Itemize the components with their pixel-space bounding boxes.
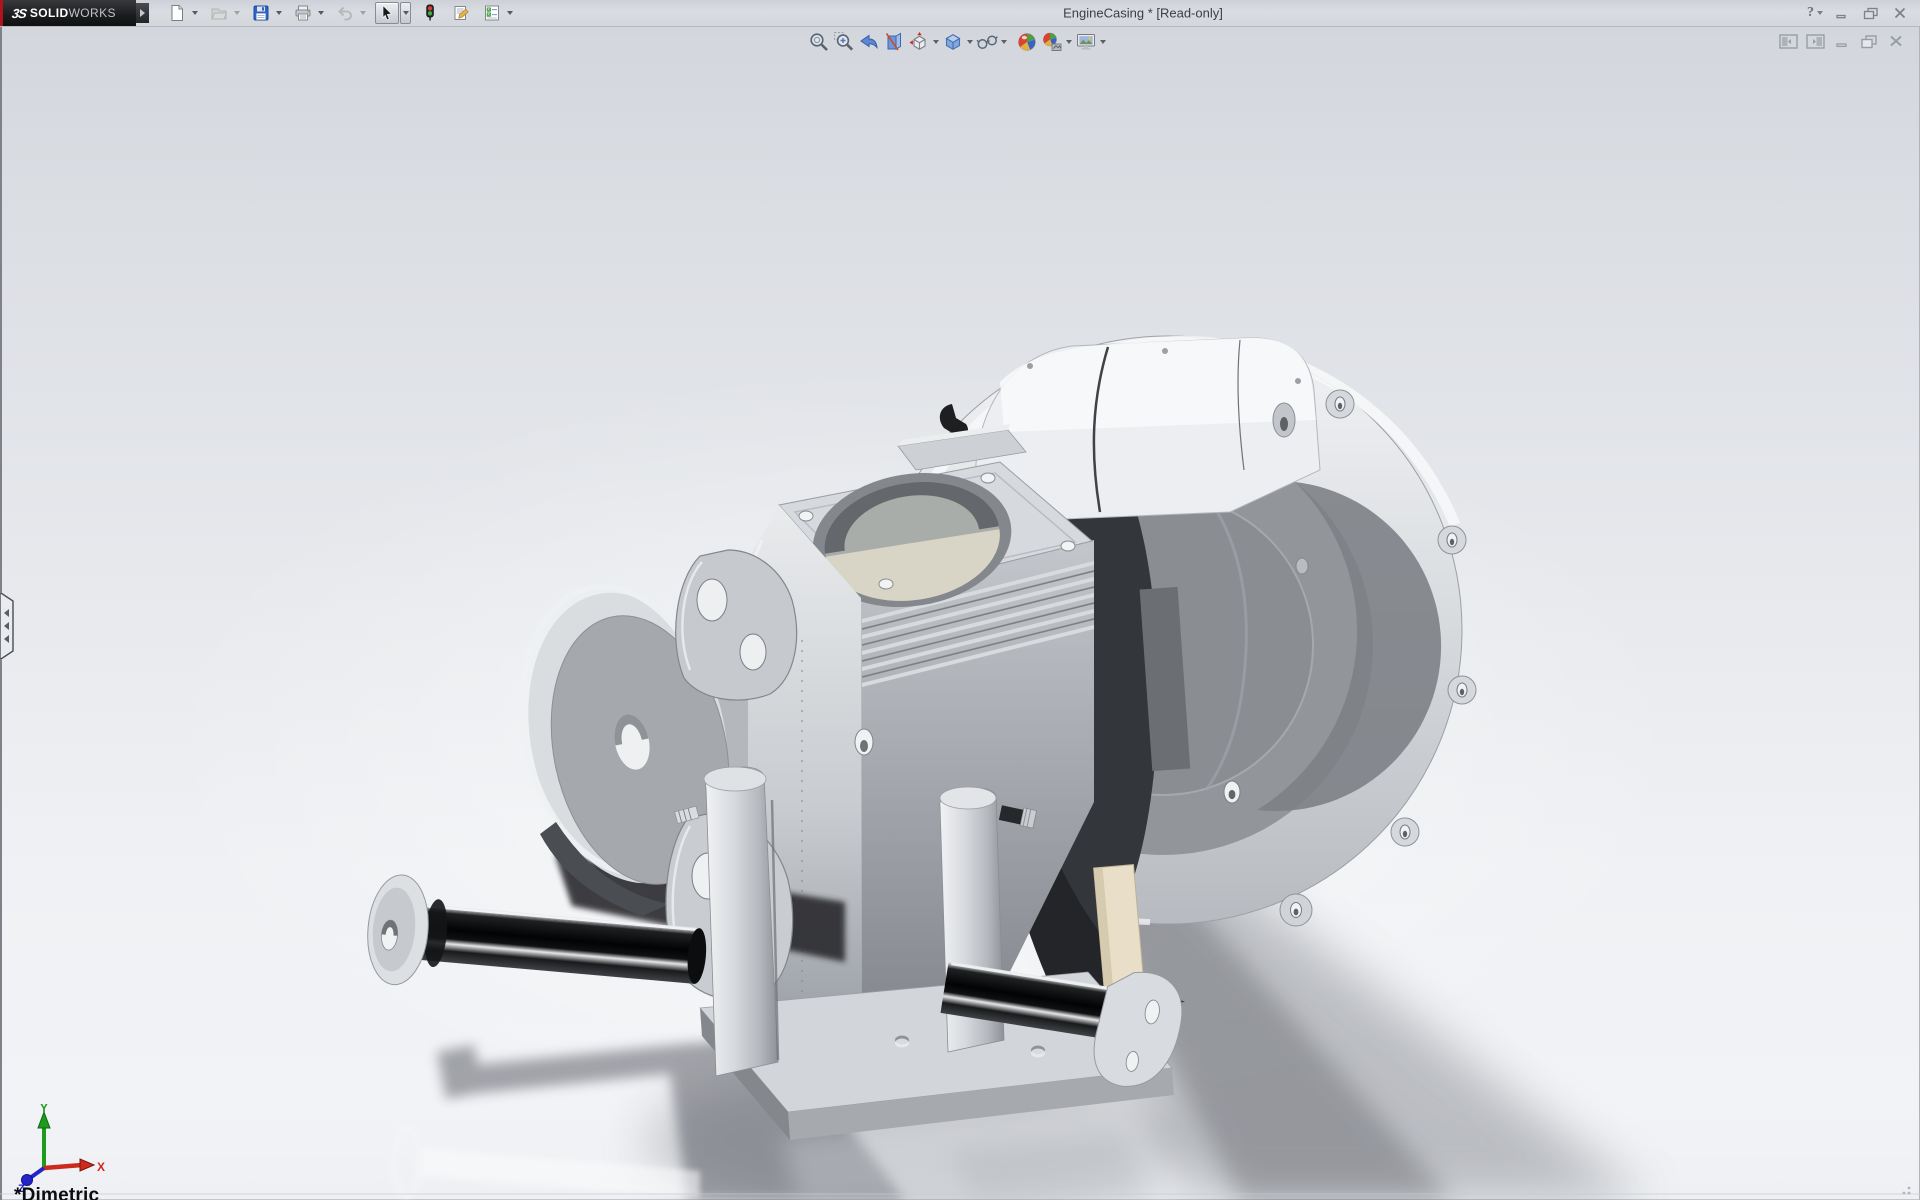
traffic-light-rebuild-icon [426,4,434,21]
brand-name-light: WORKS [68,6,116,20]
options-checklist-icon [485,5,499,21]
x-axis-label: X [97,1160,105,1174]
new-document-dropdown[interactable] [189,2,200,24]
edit-appearance-button[interactable] [1014,29,1039,54]
select-tool-button[interactable] [375,2,399,24]
document-close-button[interactable] [1886,33,1906,49]
ds-logo-mark-icon: 3S [10,5,27,21]
menu-expand-button[interactable] [136,3,149,23]
chevron-right-icon [140,9,145,17]
pane-left-icon [1778,33,1798,49]
save-button[interactable] [249,2,273,24]
undo-icon [338,6,352,21]
scene-canvas [0,335,1920,1200]
view-settings-dropdown[interactable] [1098,29,1107,54]
open-folder-icon [211,8,228,20]
viewport-window-controls [1778,33,1906,49]
section-view-button[interactable] [881,29,906,54]
close-icon [1894,7,1906,19]
document-minimize-button[interactable] [1832,33,1852,49]
new-document-button[interactable] [165,2,189,24]
help-button[interactable]: ? [1807,5,1823,21]
view-settings-monitor-icon [1076,33,1095,50]
minimize-icon [1836,14,1846,19]
window-title: EngineCasing * [Read-only] [1063,5,1223,21]
restore-icon [1863,7,1878,19]
pane-right-icon [1805,33,1825,49]
pane-left-button[interactable] [1778,33,1798,49]
logo-red-stripe-icon [0,0,3,26]
document-minimize-icon [1836,43,1847,48]
view-settings-button[interactable] [1073,29,1098,54]
heads-up-toolbar [806,29,1107,54]
zoom-to-fit-button[interactable] [806,29,831,54]
file-properties-button[interactable] [449,2,473,24]
save-dropdown[interactable] [273,2,284,24]
section-view-icon [885,32,901,50]
reference-triad: Y X Z [18,1104,105,1192]
restore-button[interactable] [1861,4,1881,22]
y-axis-label: Y [40,1104,48,1115]
document-close-icon [1890,35,1902,47]
undo-button[interactable] [333,2,357,24]
zoom-to-fit-icon [809,32,828,51]
rebuild-button[interactable] [418,2,442,24]
display-style-button[interactable] [940,29,965,54]
open-button[interactable] [207,2,231,24]
options-dropdown[interactable] [504,2,515,24]
window-controls: ? [1807,0,1910,26]
print-dropdown[interactable] [315,2,326,24]
options-button[interactable] [480,2,504,24]
document-restore-icon [1861,34,1877,48]
featuremanager-collapsed-tab[interactable] [0,593,16,659]
zoom-to-area-button[interactable] [831,29,856,54]
close-button[interactable] [1890,4,1910,22]
apply-scene-icon [1042,32,1061,51]
pane-right-button[interactable] [1805,33,1825,49]
print-button[interactable] [291,2,315,24]
graphics-viewport[interactable]: Y X Z *Dimetric [0,27,1920,1200]
previous-view-button[interactable] [856,29,881,54]
open-dropdown[interactable] [231,2,242,24]
solidworks-window: 3S SOLID WORKS EngineCasing * [Read-only… [0,0,1920,1200]
main-toolbar [165,0,522,26]
zoom-to-area-icon [833,31,853,51]
title-bar: 3S SOLID WORKS EngineCasing * [Read-only… [0,0,1920,27]
select-cursor-icon [382,4,393,21]
brand-name-bold: SOLID [29,6,69,20]
edit-appearance-sphere-icon [1017,32,1036,51]
solidworks-logo: 3S SOLID WORKS [0,0,136,26]
view-orientation-dropdown[interactable] [931,29,940,54]
resize-grip-icon[interactable] [1902,1186,1911,1195]
view-orientation-button[interactable] [906,29,931,54]
display-style-dropdown[interactable] [965,29,974,54]
print-icon [295,5,311,21]
previous-view-icon [859,34,878,49]
hide-show-items-button[interactable] [974,29,999,54]
view-orientation-icon [909,31,926,50]
apply-scene-dropdown[interactable] [1064,29,1073,54]
apply-scene-button[interactable] [1039,29,1064,54]
undo-dropdown[interactable] [357,2,368,24]
x-axis-arrow-icon [79,1158,96,1172]
display-style-icon [944,33,961,50]
hide-show-items-dropdown[interactable] [999,29,1008,54]
help-icon: ? [1807,5,1814,20]
file-properties-icon [454,6,469,20]
document-restore-button[interactable] [1859,33,1879,49]
new-document-icon [171,5,183,21]
view-orientation-label: *Dimetric [14,1185,100,1200]
save-floppy-icon [253,5,269,21]
select-tool-dropdown[interactable] [400,2,411,24]
minimize-button[interactable] [1832,4,1852,22]
hide-show-items-glasses-icon [975,35,998,49]
